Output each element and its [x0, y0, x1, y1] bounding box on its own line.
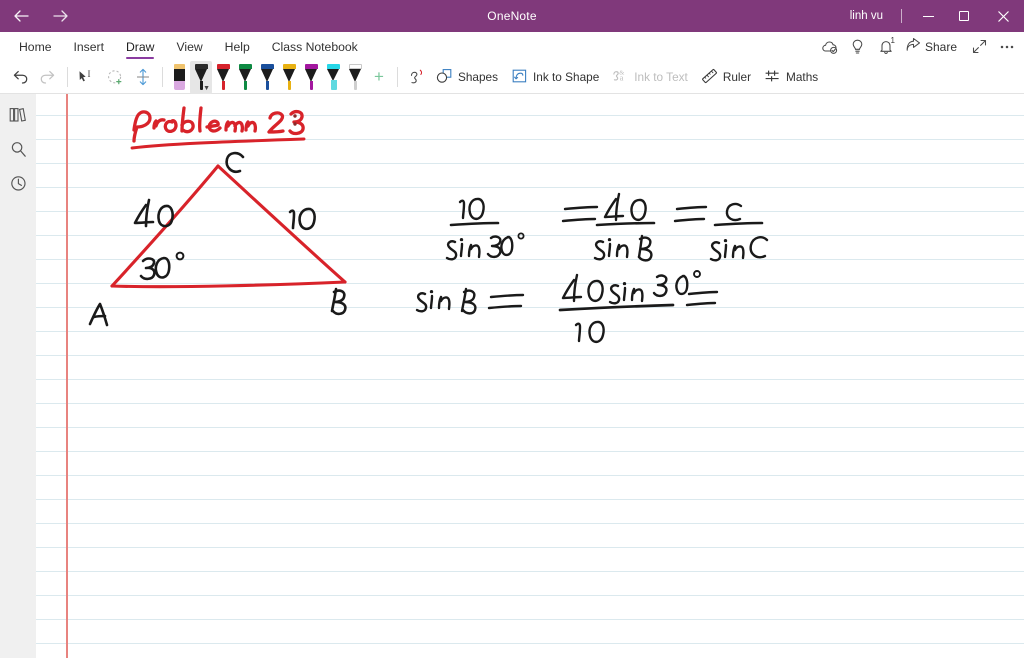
redo-arrow-icon [34, 63, 62, 91]
ink-label-40 [133, 198, 174, 228]
tab-home[interactable]: Home [8, 32, 63, 61]
share-label: Share [924, 39, 957, 54]
pen-icon-purple [304, 63, 318, 90]
lightbulb-icon[interactable] [845, 34, 871, 60]
svg-text:&: & [619, 69, 624, 76]
tab-insert[interactable]: Insert [63, 32, 115, 61]
ink-equation-sin-b [415, 270, 719, 344]
title-bar: OneNote linh vu [0, 0, 1024, 32]
onenote-window: OneNote linh vu Home Insert Draw View He… [0, 0, 1024, 658]
eraser-icon [173, 63, 185, 90]
ruler-button[interactable]: Ruler [696, 63, 759, 91]
toolbar-divider [67, 67, 68, 87]
handwritten-ink-layer [88, 106, 769, 344]
lasso-plus-icon[interactable] [101, 63, 129, 91]
ink-to-shape-label: Ink to Shape [533, 70, 600, 84]
ink-label-B [330, 287, 347, 316]
chevron-down-icon[interactable]: ▼ [203, 85, 210, 92]
ink-label-30-degrees [139, 251, 185, 281]
bell-icon[interactable]: 1 [873, 34, 899, 60]
recent-clock-icon[interactable] [0, 166, 36, 200]
expand-diagonal-icon[interactable] [966, 34, 992, 60]
highlighter-icon-cyan [326, 63, 340, 90]
forward-arrow-icon[interactable] [48, 3, 74, 29]
cloud-sync-icon[interactable] [817, 34, 843, 60]
share-button[interactable]: Share [901, 34, 964, 60]
tab-view[interactable]: View [165, 32, 213, 61]
pen-icon-white [348, 63, 362, 90]
ink-to-text-icon: a & [612, 68, 629, 87]
highlighter-cyan[interactable] [322, 61, 344, 94]
shapes-icon [436, 68, 453, 87]
title-bar-nav [0, 3, 74, 29]
ink-to-text-button: a & Ink to Text [607, 63, 696, 91]
ink-labels-black [88, 151, 347, 327]
ink-label-C [225, 151, 245, 173]
undo-arrow-icon[interactable] [6, 63, 34, 91]
pen-purple[interactable] [300, 61, 322, 94]
ribbon-right-tools: 1 Share [817, 32, 1020, 61]
pen-black[interactable]: ▼ [190, 60, 212, 94]
left-rail [0, 94, 36, 658]
account-name[interactable]: linh vu [840, 10, 893, 22]
add-pen-button[interactable]: + [366, 63, 392, 91]
ribbon-tabs: Home Insert Draw View Help Class Noteboo… [0, 32, 369, 61]
search-icon[interactable] [0, 132, 36, 166]
pen-eraser[interactable] [168, 61, 190, 94]
pen-blue[interactable] [256, 61, 278, 94]
shapes-label: Shapes [458, 70, 499, 84]
ink-heading-colon [293, 114, 297, 126]
pen-yellow[interactable] [278, 61, 300, 94]
ribbon-tabs-bar: Home Insert Draw View Help Class Noteboo… [0, 32, 1024, 61]
pen-icon-blue [260, 63, 274, 90]
lasso-select-text-icon[interactable]: I [73, 63, 101, 91]
tab-help[interactable]: Help [214, 32, 261, 61]
title-bar-right: linh vu [840, 0, 1024, 32]
toolbar-divider-3 [397, 67, 398, 87]
title-bar-divider [901, 9, 902, 23]
tab-class-notebook[interactable]: Class Notebook [261, 32, 369, 61]
ink-color-icon[interactable] [403, 63, 431, 91]
close-button[interactable] [982, 0, 1024, 32]
ink-label-10 [288, 207, 316, 231]
ink-to-text-label: Ink to Text [634, 70, 688, 84]
maths-label: Maths [786, 70, 819, 84]
notebooks-icon[interactable] [0, 98, 36, 132]
pen-palette: ▼ [168, 60, 366, 94]
pen-icon-yellow [282, 63, 296, 90]
svg-text:I: I [88, 69, 91, 79]
ellipsis-icon[interactable] [994, 34, 1020, 60]
minimize-button[interactable] [910, 0, 946, 32]
restore-button[interactable] [946, 0, 982, 32]
insert-space-icon[interactable] [129, 63, 157, 91]
maths-icon [764, 68, 781, 87]
back-arrow-icon[interactable] [8, 3, 34, 29]
ink-to-shape-icon [511, 68, 528, 87]
pen-icon-red [216, 63, 230, 90]
ruler-icon [701, 68, 718, 87]
share-icon [906, 37, 921, 55]
ruler-label: Ruler [722, 70, 752, 84]
note-page-canvas[interactable] [36, 94, 1024, 658]
ink-label-A [88, 302, 109, 327]
ink-heading-problem-23 [130, 106, 306, 150]
toolbar-divider-2 [162, 67, 163, 87]
ink-equation-law-of-sines [445, 192, 769, 262]
pen-icon-green [238, 63, 252, 90]
pen-red[interactable] [212, 61, 234, 94]
notification-badge: 1 [890, 35, 895, 45]
pen-white[interactable] [344, 61, 366, 94]
pen-green[interactable] [234, 61, 256, 94]
shapes-button[interactable]: Shapes [431, 63, 506, 91]
ink-to-shape-button[interactable]: Ink to Shape [506, 63, 607, 91]
maths-button[interactable]: Maths [759, 63, 826, 91]
draw-toolbar: I ▼ + Shapes Ink to Shape a & Ink to Tex… [0, 60, 1024, 94]
tab-draw[interactable]: Draw [115, 32, 165, 61]
